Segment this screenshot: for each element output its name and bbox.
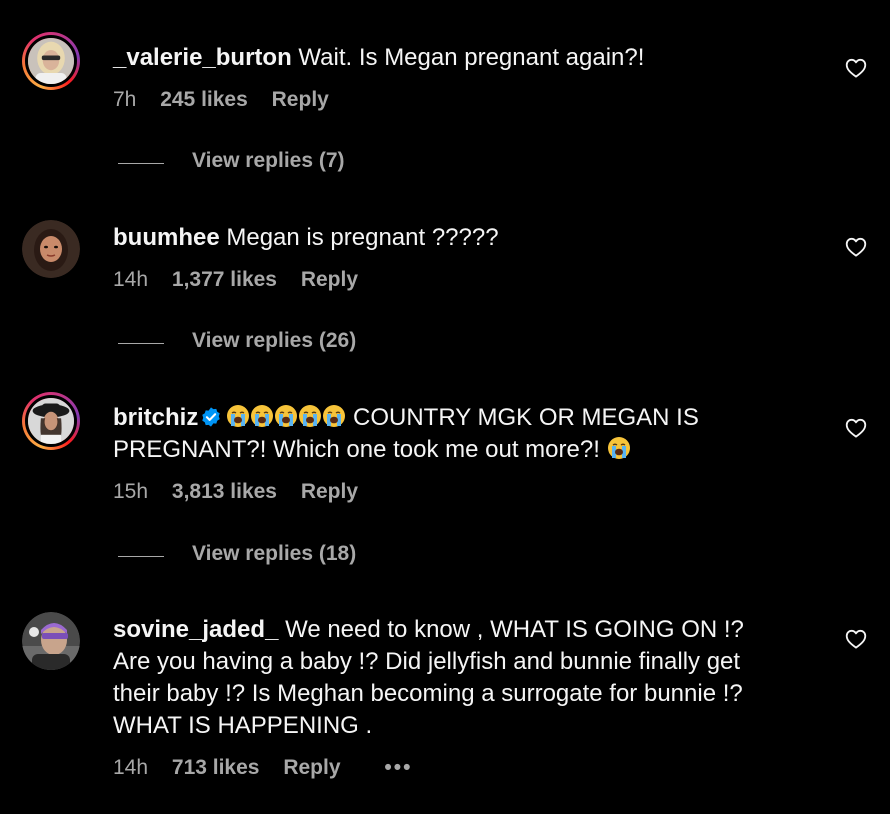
comment-time[interactable]: 15h (113, 480, 148, 503)
comment-username[interactable]: _valerie_burton (113, 44, 292, 71)
comment-text: buumhee Megan is pregnant ????? (113, 222, 813, 254)
view-replies-label: View replies (26) (192, 329, 357, 352)
like-button[interactable] (845, 58, 869, 80)
comment-likes[interactable]: 245 likes (160, 88, 248, 111)
comment-body-line-2: PREGNANT?! Which one took me out more?! (113, 436, 600, 463)
comment-body: Megan is pregnant ????? (226, 224, 499, 251)
comment-username[interactable]: sovine_jaded_ (113, 616, 278, 643)
comment-body: Wait. Is Megan pregnant again?! (298, 44, 645, 71)
loudly-crying-face-emoji (250, 404, 274, 428)
heart-outline-icon (845, 237, 867, 257)
reply-button[interactable]: Reply (301, 480, 358, 503)
avatar-story-ring[interactable] (22, 392, 80, 450)
like-button[interactable] (845, 629, 869, 651)
comment-meta: 15h 3,813 likes Reply (113, 480, 376, 504)
view-replies-divider (118, 556, 164, 557)
comment-likes[interactable]: 713 likes (172, 756, 260, 779)
comment-time[interactable]: 7h (113, 88, 136, 111)
loudly-crying-face-emoji (226, 404, 250, 428)
comment-body-line-4: WHAT IS HAPPENING . (113, 712, 373, 739)
comment-text: britchiz COUNTRY MGK OR MEGAN IS PREGNAN… (113, 402, 813, 466)
emoji-group (226, 404, 346, 431)
loudly-crying-face-emoji (322, 404, 346, 428)
heart-outline-icon (845, 418, 867, 438)
comment-username[interactable]: britchiz (113, 404, 198, 431)
comment-body-line-2: Are you having a baby !? Did jellyfish a… (113, 648, 741, 675)
comment-text: _valerie_burton Wait. Is Megan pregnant … (113, 42, 813, 74)
avatar-image (28, 398, 74, 444)
reply-button[interactable]: Reply (272, 88, 329, 111)
verified-badge-icon (200, 406, 222, 428)
comment-username[interactable]: buumhee (113, 224, 220, 251)
comment-body-line-1: COUNTRY MGK OR MEGAN IS (353, 404, 699, 431)
comment-meta: 14h 1,377 likes Reply (113, 268, 376, 292)
reply-button[interactable]: Reply (301, 268, 358, 291)
view-replies-divider (118, 163, 164, 164)
loudly-crying-face-emoji (274, 404, 298, 428)
view-replies-label: View replies (7) (192, 149, 345, 172)
comment-text: sovine_jaded_ We need to know , WHAT IS … (113, 614, 813, 742)
comment-time[interactable]: 14h (113, 756, 148, 779)
like-button[interactable] (845, 418, 869, 440)
heart-outline-icon (845, 629, 867, 649)
loudly-crying-face-emoji (607, 436, 631, 460)
comment-body-line-3: their baby !? Is Meghan becoming a surro… (113, 680, 743, 707)
comment-likes[interactable]: 3,813 likes (172, 480, 277, 503)
avatar-image (28, 38, 74, 84)
avatar[interactable] (22, 220, 80, 278)
like-button[interactable] (845, 237, 869, 259)
view-replies-label: View replies (18) (192, 542, 357, 565)
comment-meta: 14h 713 likes Reply ••• (113, 756, 430, 780)
heart-outline-icon (845, 58, 867, 78)
comment-meta: 7h 245 likes Reply (113, 88, 347, 112)
view-replies-divider (118, 343, 164, 344)
comment-body-line-1: We need to know , WHAT IS GOING ON !? (285, 616, 744, 643)
reply-button[interactable]: Reply (283, 756, 340, 779)
comment-time[interactable]: 14h (113, 268, 148, 291)
avatar-image (22, 220, 80, 278)
avatar[interactable] (22, 612, 80, 670)
avatar-image (22, 612, 80, 670)
more-options-button[interactable]: ••• (384, 756, 412, 779)
avatar-story-ring[interactable] (22, 32, 80, 90)
comment-likes[interactable]: 1,377 likes (172, 268, 277, 291)
loudly-crying-face-emoji (298, 404, 322, 428)
